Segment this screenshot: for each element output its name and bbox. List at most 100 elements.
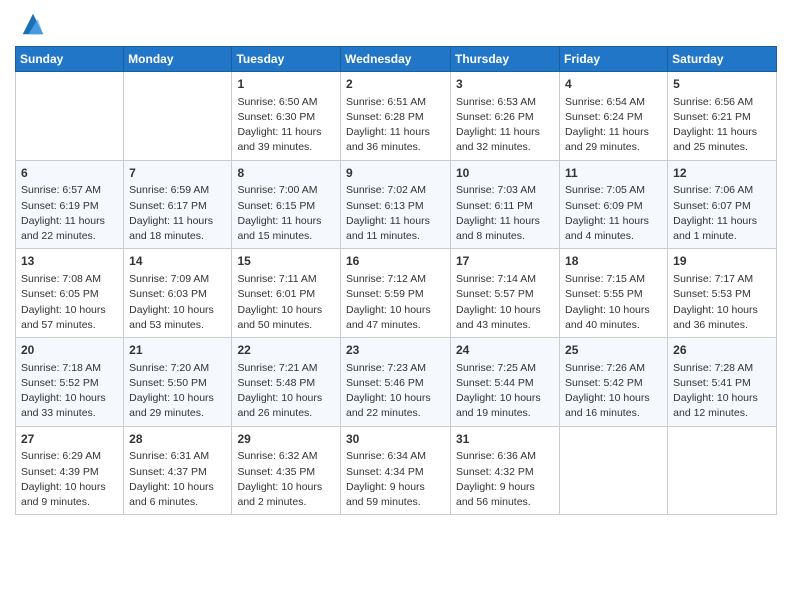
calendar-day-header: Wednesday — [341, 47, 451, 72]
day-number: 28 — [129, 431, 226, 448]
calendar-cell: 12Sunrise: 7:06 AMSunset: 6:07 PMDayligh… — [668, 160, 777, 249]
calendar-week-row: 13 Sunrise: 7:08 AMSunset: 6:05 PMDayligh… — [16, 249, 777, 338]
calendar-cell: 4Sunrise: 6:54 AMSunset: 6:24 PMDaylight… — [560, 72, 668, 161]
day-number: 27 — [21, 431, 118, 448]
calendar-week-row: 20 Sunrise: 7:18 AMSunset: 5:52 PMDayligh… — [16, 338, 777, 427]
calendar-cell: 7Sunrise: 6:59 AMSunset: 6:17 PMDaylight… — [124, 160, 232, 249]
calendar-cell: 6Sunrise: 6:57 AMSunset: 6:19 PMDaylight… — [16, 160, 124, 249]
day-number: 12 — [673, 165, 771, 182]
calendar-day-header: Thursday — [451, 47, 560, 72]
day-number: 4 — [565, 76, 662, 93]
calendar-header-row: SundayMondayTuesdayWednesdayThursdayFrid… — [16, 47, 777, 72]
day-info: Sunrise: 6:34 AMSunset: 4:34 PMDaylight:… — [346, 449, 445, 510]
calendar-cell: 9Sunrise: 7:02 AMSunset: 6:13 PMDaylight… — [341, 160, 451, 249]
day-info: Sunrise: 6:50 AMSunset: 6:30 PMDaylight:… — [237, 95, 335, 156]
calendar-day-header: Saturday — [668, 47, 777, 72]
calendar-cell: 29Sunrise: 6:32 AMSunset: 4:35 PMDayligh… — [232, 426, 341, 515]
day-info: Sunrise: 7:20 AMSunset: 5:50 PMDaylight:… — [129, 361, 226, 422]
calendar-day-header: Friday — [560, 47, 668, 72]
logo-icon — [19, 10, 47, 38]
calendar-cell: 5Sunrise: 6:56 AMSunset: 6:21 PMDaylight… — [668, 72, 777, 161]
calendar-cell — [560, 426, 668, 515]
day-info: Sunrise: 7:25 AMSunset: 5:44 PMDaylight:… — [456, 361, 554, 422]
day-number: 16 — [346, 253, 445, 270]
day-info: Sunrise: 6:57 AMSunset: 6:19 PMDaylight:… — [21, 183, 118, 244]
day-number: 11 — [565, 165, 662, 182]
day-number: 6 — [21, 165, 118, 182]
calendar-cell: 25 Sunrise: 7:26 AMSunset: 5:42 PMDayligh… — [560, 338, 668, 427]
day-info: Sunrise: 6:53 AMSunset: 6:26 PMDaylight:… — [456, 95, 554, 156]
calendar-cell: 2 Sunrise: 6:51 AMSunset: 6:28 PMDaylight… — [341, 72, 451, 161]
calendar-cell: 11Sunrise: 7:05 AMSunset: 6:09 PMDayligh… — [560, 160, 668, 249]
day-info: Sunrise: 6:36 AMSunset: 4:32 PMDaylight:… — [456, 449, 554, 510]
day-info: Sunrise: 6:32 AMSunset: 4:35 PMDaylight:… — [237, 449, 335, 510]
calendar-cell: 10Sunrise: 7:03 AMSunset: 6:11 PMDayligh… — [451, 160, 560, 249]
day-number: 13 — [21, 253, 118, 270]
day-info: Sunrise: 7:15 AMSunset: 5:55 PMDaylight:… — [565, 272, 662, 333]
calendar-week-row: 27Sunrise: 6:29 AMSunset: 4:39 PMDayligh… — [16, 426, 777, 515]
day-number: 31 — [456, 431, 554, 448]
day-info: Sunrise: 7:09 AMSunset: 6:03 PMDaylight:… — [129, 272, 226, 333]
logo — [15, 10, 47, 38]
day-number: 19 — [673, 253, 771, 270]
calendar-cell: 16 Sunrise: 7:12 AMSunset: 5:59 PMDayligh… — [341, 249, 451, 338]
day-number: 7 — [129, 165, 226, 182]
calendar-cell — [16, 72, 124, 161]
calendar-day-header: Monday — [124, 47, 232, 72]
calendar-day-header: Sunday — [16, 47, 124, 72]
calendar-cell: 8Sunrise: 7:00 AMSunset: 6:15 PMDaylight… — [232, 160, 341, 249]
day-number: 21 — [129, 342, 226, 359]
calendar-cell: 13 Sunrise: 7:08 AMSunset: 6:05 PMDayligh… — [16, 249, 124, 338]
day-number: 24 — [456, 342, 554, 359]
day-info: Sunrise: 7:23 AMSunset: 5:46 PMDaylight:… — [346, 361, 445, 422]
day-number: 2 — [346, 76, 445, 93]
page: SundayMondayTuesdayWednesdayThursdayFrid… — [0, 0, 792, 612]
day-number: 30 — [346, 431, 445, 448]
calendar-cell: 20 Sunrise: 7:18 AMSunset: 5:52 PMDayligh… — [16, 338, 124, 427]
calendar-cell: 28Sunrise: 6:31 AMSunset: 4:37 PMDayligh… — [124, 426, 232, 515]
day-info: Sunrise: 7:08 AMSunset: 6:05 PMDaylight:… — [21, 272, 118, 333]
day-info: Sunrise: 7:11 AMSunset: 6:01 PMDaylight:… — [237, 272, 335, 333]
day-info: Sunrise: 7:12 AMSunset: 5:59 PMDaylight:… — [346, 272, 445, 333]
calendar-cell: 27Sunrise: 6:29 AMSunset: 4:39 PMDayligh… — [16, 426, 124, 515]
day-number: 3 — [456, 76, 554, 93]
day-info: Sunrise: 7:17 AMSunset: 5:53 PMDaylight:… — [673, 272, 771, 333]
calendar-cell: 21 Sunrise: 7:20 AMSunset: 5:50 PMDayligh… — [124, 338, 232, 427]
calendar-cell: 31Sunrise: 6:36 AMSunset: 4:32 PMDayligh… — [451, 426, 560, 515]
day-info: Sunrise: 7:28 AMSunset: 5:41 PMDaylight:… — [673, 361, 771, 422]
calendar-cell: 19 Sunrise: 7:17 AMSunset: 5:53 PMDayligh… — [668, 249, 777, 338]
calendar-cell: 26 Sunrise: 7:28 AMSunset: 5:41 PMDayligh… — [668, 338, 777, 427]
calendar-cell: 14 Sunrise: 7:09 AMSunset: 6:03 PMDayligh… — [124, 249, 232, 338]
day-info: Sunrise: 6:59 AMSunset: 6:17 PMDaylight:… — [129, 183, 226, 244]
day-number: 14 — [129, 253, 226, 270]
day-number: 29 — [237, 431, 335, 448]
day-info: Sunrise: 6:29 AMSunset: 4:39 PMDaylight:… — [21, 449, 118, 510]
day-number: 5 — [673, 76, 771, 93]
calendar-cell — [668, 426, 777, 515]
day-info: Sunrise: 7:14 AMSunset: 5:57 PMDaylight:… — [456, 272, 554, 333]
calendar-day-header: Tuesday — [232, 47, 341, 72]
day-info: Sunrise: 7:21 AMSunset: 5:48 PMDaylight:… — [237, 361, 335, 422]
calendar-cell: 17 Sunrise: 7:14 AMSunset: 5:57 PMDayligh… — [451, 249, 560, 338]
calendar-cell: 30Sunrise: 6:34 AMSunset: 4:34 PMDayligh… — [341, 426, 451, 515]
calendar-cell: 15 Sunrise: 7:11 AMSunset: 6:01 PMDayligh… — [232, 249, 341, 338]
day-number: 15 — [237, 253, 335, 270]
day-number: 26 — [673, 342, 771, 359]
day-number: 18 — [565, 253, 662, 270]
day-number: 8 — [237, 165, 335, 182]
calendar-week-row: 1 Sunrise: 6:50 AMSunset: 6:30 PMDaylight… — [16, 72, 777, 161]
day-info: Sunrise: 7:05 AMSunset: 6:09 PMDaylight:… — [565, 183, 662, 244]
day-info: Sunrise: 7:18 AMSunset: 5:52 PMDaylight:… — [21, 361, 118, 422]
day-number: 25 — [565, 342, 662, 359]
day-number: 9 — [346, 165, 445, 182]
day-info: Sunrise: 6:51 AMSunset: 6:28 PMDaylight:… — [346, 95, 445, 156]
day-number: 22 — [237, 342, 335, 359]
day-info: Sunrise: 7:26 AMSunset: 5:42 PMDaylight:… — [565, 361, 662, 422]
calendar-cell: 18 Sunrise: 7:15 AMSunset: 5:55 PMDayligh… — [560, 249, 668, 338]
day-number: 1 — [237, 76, 335, 93]
calendar-cell: 3 Sunrise: 6:53 AMSunset: 6:26 PMDaylight… — [451, 72, 560, 161]
calendar-week-row: 6Sunrise: 6:57 AMSunset: 6:19 PMDaylight… — [16, 160, 777, 249]
day-number: 20 — [21, 342, 118, 359]
day-info: Sunrise: 6:31 AMSunset: 4:37 PMDaylight:… — [129, 449, 226, 510]
day-number: 17 — [456, 253, 554, 270]
